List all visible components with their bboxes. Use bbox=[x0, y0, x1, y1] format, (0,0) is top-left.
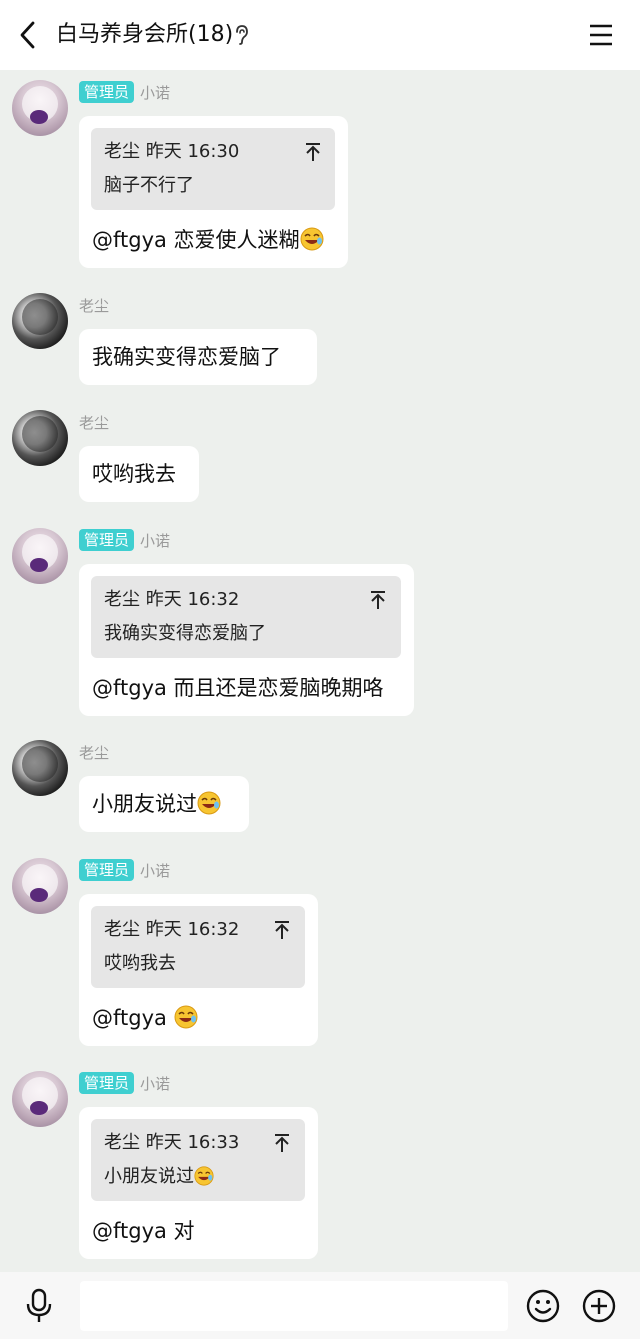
plus-circle-icon[interactable] bbox=[582, 1289, 616, 1323]
avatar[interactable] bbox=[12, 410, 68, 466]
page-title: 白马养身会所(18) bbox=[56, 22, 234, 47]
chevron-left-icon[interactable] bbox=[14, 20, 44, 50]
admin-badge: 管理员 bbox=[79, 529, 135, 551]
message-bubble[interactable]: 我确实变得恋爱脑了 bbox=[79, 329, 317, 385]
message-input[interactable] bbox=[80, 1281, 508, 1331]
sender-line: 管理员 小诺 bbox=[79, 858, 170, 882]
sender-name: 小诺 bbox=[140, 83, 171, 102]
quote-header: 老尘 昨天 16:30 bbox=[104, 141, 240, 162]
admin-badge: 管理员 bbox=[79, 859, 135, 881]
sender-line: 管理员 小诺 bbox=[79, 80, 170, 104]
message-text: @ftgya 对 bbox=[92, 1219, 195, 1243]
quote-header: 老尘 昨天 16:32 bbox=[104, 589, 240, 610]
reply-text: @ftgya bbox=[92, 1006, 174, 1030]
quote-text: 脑子不行了 bbox=[104, 175, 194, 196]
message-item: 老尘 小朋友说过 bbox=[0, 740, 640, 840]
message-list[interactable]: 管理员 小诺 老尘 昨天 16:30 脑子不行了 @ftgya 恋爱使人迷糊 老… bbox=[0, 70, 640, 1272]
reply-text: @ftgya 恋爱使人迷糊 bbox=[92, 228, 300, 252]
admin-badge: 管理员 bbox=[79, 81, 135, 103]
quote-body: 小朋友说过 bbox=[104, 1166, 194, 1187]
smile-icon[interactable] bbox=[526, 1289, 560, 1323]
quote-text: 我确实变得恋爱脑了 bbox=[104, 623, 266, 644]
admin-badge: 管理员 bbox=[79, 1072, 135, 1094]
quoted-message[interactable]: 老尘 昨天 16:30 脑子不行了 bbox=[91, 128, 335, 210]
message-item: 管理员 小诺 老尘 昨天 16:30 脑子不行了 @ftgya 恋爱使人迷糊 bbox=[0, 80, 640, 280]
sender-line: 老尘 bbox=[79, 293, 109, 317]
laugh-emoji-icon bbox=[174, 1005, 198, 1029]
message-text: 我确实变得恋爱脑了 bbox=[92, 345, 281, 369]
message-bubble[interactable]: 老尘 昨天 16:32 我确实变得恋爱脑了 @ftgya 而且还是恋爱脑晚期咯 bbox=[79, 564, 414, 716]
message-item: 管理员 小诺 老尘 昨天 16:32 我确实变得恋爱脑了 @ftgya 而且还是… bbox=[0, 528, 640, 728]
sender-name: 老尘 bbox=[79, 413, 110, 432]
message-text: @ftgya 而且还是恋爱脑晚期咯 bbox=[92, 676, 384, 700]
top-bar: 白马养身会所(18) bbox=[0, 0, 640, 70]
avatar[interactable] bbox=[12, 858, 68, 914]
quoted-message[interactable]: 老尘 昨天 16:32 我确实变得恋爱脑了 bbox=[91, 576, 401, 658]
message-bubble[interactable]: 小朋友说过 bbox=[79, 776, 249, 832]
laugh-emoji-icon bbox=[300, 227, 324, 251]
sender-name: 老尘 bbox=[79, 743, 110, 762]
sender-line: 管理员 小诺 bbox=[79, 528, 170, 552]
message-bubble[interactable]: 老尘 昨天 16:33 小朋友说过 @ftgya 对 bbox=[79, 1107, 318, 1259]
sender-line: 老尘 bbox=[79, 410, 109, 434]
avatar[interactable] bbox=[12, 1071, 68, 1127]
message-item: 管理员 小诺 老尘 昨天 16:32 哎哟我去 @ftgya bbox=[0, 858, 640, 1058]
quote-header: 老尘 昨天 16:32 bbox=[104, 919, 240, 940]
quote-text: 哎哟我去 bbox=[104, 953, 176, 974]
quoted-message[interactable]: 老尘 昨天 16:33 小朋友说过 bbox=[91, 1119, 305, 1201]
pin-top-icon[interactable] bbox=[369, 590, 387, 610]
microphone-icon[interactable] bbox=[24, 1288, 54, 1324]
quote-text: 小朋友说过 bbox=[104, 1165, 214, 1189]
avatar[interactable] bbox=[12, 528, 68, 584]
pin-top-icon[interactable] bbox=[273, 1133, 291, 1153]
sender-line: 老尘 bbox=[79, 740, 109, 764]
message-text: @ftgya bbox=[92, 1004, 198, 1032]
message-item: 老尘 我确实变得恋爱脑了 bbox=[0, 293, 640, 393]
message-bubble[interactable]: 老尘 昨天 16:30 脑子不行了 @ftgya 恋爱使人迷糊 bbox=[79, 116, 348, 268]
message-text: 哎哟我去 bbox=[92, 462, 176, 486]
sender-line: 管理员 小诺 bbox=[79, 1071, 170, 1095]
avatar[interactable] bbox=[12, 740, 68, 796]
message-bubble[interactable]: 老尘 昨天 16:32 哎哟我去 @ftgya bbox=[79, 894, 318, 1046]
avatar[interactable] bbox=[12, 80, 68, 136]
message-text: @ftgya 恋爱使人迷糊 bbox=[92, 226, 324, 254]
avatar[interactable] bbox=[12, 293, 68, 349]
message-bubble[interactable]: 哎哟我去 bbox=[79, 446, 199, 502]
quoted-message[interactable]: 老尘 昨天 16:32 哎哟我去 bbox=[91, 906, 305, 988]
pin-top-icon[interactable] bbox=[304, 142, 322, 162]
menu-icon[interactable] bbox=[588, 22, 614, 48]
message-text: 小朋友说过 bbox=[92, 790, 221, 818]
quote-header: 老尘 昨天 16:33 bbox=[104, 1132, 240, 1153]
laugh-emoji-icon bbox=[194, 1166, 214, 1186]
ear-icon bbox=[236, 25, 248, 45]
sender-name: 小诺 bbox=[140, 861, 171, 880]
message-item: 管理员 小诺 老尘 昨天 16:33 小朋友说过 @ftgya 对 bbox=[0, 1071, 640, 1271]
message-body: 小朋友说过 bbox=[92, 792, 197, 816]
pin-top-icon[interactable] bbox=[273, 920, 291, 940]
sender-name: 老尘 bbox=[79, 296, 110, 315]
input-bar bbox=[0, 1272, 640, 1339]
message-item: 老尘 哎哟我去 bbox=[0, 410, 640, 510]
sender-name: 小诺 bbox=[140, 531, 171, 550]
laugh-emoji-icon bbox=[197, 791, 221, 815]
sender-name: 小诺 bbox=[140, 1074, 171, 1093]
